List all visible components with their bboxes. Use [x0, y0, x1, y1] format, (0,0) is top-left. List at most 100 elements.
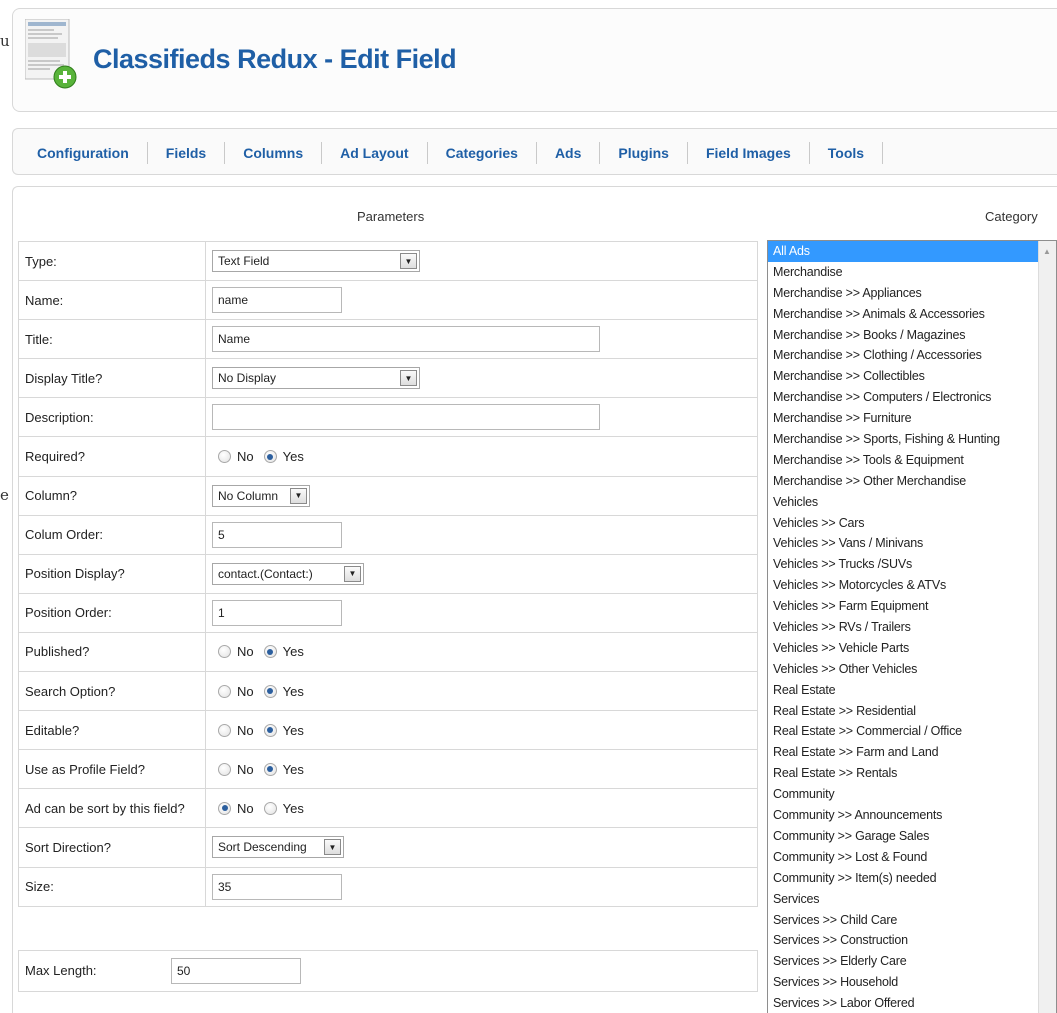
search-option-yes-radio[interactable] [263, 684, 277, 698]
classifieds-logo-icon [25, 19, 77, 89]
sortable-yes-radio[interactable] [263, 801, 277, 815]
type-select[interactable]: Text Field ▼ [212, 250, 420, 273]
scroll-up-icon[interactable]: ▲ [1043, 247, 1051, 256]
profile-field-radio-group: No Yes [212, 762, 757, 777]
profile-field-no-radio[interactable] [218, 762, 231, 776]
editable-no-radio[interactable] [218, 723, 231, 737]
chevron-down-icon[interactable]: ▼ [290, 487, 307, 504]
title-input[interactable]: Name [212, 326, 600, 353]
category-option[interactable]: Real Estate >> Residential [768, 701, 1056, 722]
category-option[interactable]: Real Estate >> Commercial / Office [768, 721, 1056, 742]
category-option[interactable]: Community [768, 784, 1056, 805]
chevron-down-icon[interactable]: ▼ [400, 253, 417, 270]
category-option[interactable]: Vehicles >> Motorcycles & ATVs [768, 575, 1056, 596]
menu-item-fields[interactable]: Fields [148, 142, 226, 164]
category-option[interactable]: Vehicles >> RVs / Trailers [768, 617, 1056, 638]
category-items: All Ads Merchandise Merchandise >> Applian… [768, 241, 1056, 1013]
category-option[interactable]: Vehicles >> Other Vehicles [768, 659, 1056, 680]
category-option[interactable]: Community >> Garage Sales [768, 826, 1056, 847]
category-option[interactable]: Merchandise >> Appliances [768, 283, 1056, 304]
table-row: Position Order: 1 [18, 592, 758, 633]
category-option[interactable]: Merchandise >> Tools & Equipment [768, 450, 1056, 471]
menu-item-field-images[interactable]: Field Images [688, 142, 810, 164]
max-length-input[interactable]: 50 [171, 958, 301, 984]
category-option[interactable]: Merchandise >> Computers / Electronics [768, 387, 1056, 408]
description-label: Description: [18, 397, 206, 438]
max-length-label: Max Length: [25, 963, 97, 978]
menu-item-tools[interactable]: Tools [810, 142, 884, 164]
admin-menu: Configuration Fields Columns Ad Layout C… [25, 142, 884, 164]
editable-yes-radio[interactable] [263, 723, 277, 737]
category-scrollbar[interactable]: ▲ [1038, 241, 1056, 1013]
search-option-no-radio[interactable] [218, 684, 231, 698]
category-option[interactable]: Community >> Lost & Found [768, 847, 1056, 868]
menu-item-configuration[interactable]: Configuration [25, 142, 148, 164]
column-select-value: No Column [218, 488, 279, 503]
display-title-select-value: No Display [218, 371, 277, 386]
table-row: Published? No Yes [18, 631, 758, 673]
category-option[interactable]: Merchandise >> Clothing / Accessories [768, 345, 1056, 366]
required-yes-radio[interactable] [263, 450, 277, 464]
menu-item-ad-layout[interactable]: Ad Layout [322, 142, 428, 164]
category-option[interactable]: Real Estate >> Rentals [768, 763, 1056, 784]
category-option[interactable]: Services >> Household [768, 972, 1056, 993]
chevron-down-icon[interactable]: ▼ [400, 370, 417, 387]
published-yes-radio[interactable] [263, 645, 277, 659]
profile-field-yes-radio[interactable] [263, 762, 277, 776]
category-option[interactable]: Community >> Item(s) needed [768, 868, 1056, 889]
category-option[interactable]: Vehicles >> Cars [768, 513, 1056, 534]
category-listbox[interactable]: All Ads Merchandise Merchandise >> Applian… [767, 240, 1057, 1013]
menu-item-categories[interactable]: Categories [428, 142, 537, 164]
category-option[interactable]: Services >> Labor Offered [768, 993, 1056, 1013]
chevron-down-icon[interactable]: ▼ [324, 839, 341, 856]
display-title-select[interactable]: No Display ▼ [212, 367, 420, 390]
category-option[interactable]: Services >> Elderly Care [768, 951, 1056, 972]
category-option[interactable]: Real Estate >> Farm and Land [768, 742, 1056, 763]
category-option[interactable]: Vehicles >> Vehicle Parts [768, 638, 1056, 659]
chevron-down-icon[interactable]: ▼ [344, 565, 361, 582]
table-row: Size: 35 [18, 866, 758, 907]
column-order-input[interactable]: 5 [212, 521, 342, 548]
category-option[interactable]: Vehicles >> Trucks /SUVs [768, 554, 1056, 575]
description-input[interactable] [212, 404, 600, 431]
table-row: Title: Name [18, 319, 758, 360]
sort-direction-select[interactable]: Sort Descending ▼ [212, 836, 344, 859]
published-radio-group: No Yes [212, 644, 757, 659]
published-no-radio[interactable] [218, 645, 231, 659]
menu-item-ads[interactable]: Ads [537, 142, 601, 164]
table-row: Use as Profile Field? No Yes [18, 749, 758, 790]
category-option[interactable]: Services >> Construction [768, 930, 1056, 951]
editable-label: Editable? [18, 710, 206, 751]
table-row: Column? No Column ▼ [18, 475, 758, 516]
required-label: Required? [18, 436, 206, 477]
position-display-select[interactable]: contact.(Contact:) ▼ [212, 562, 364, 585]
position-order-input[interactable]: 1 [212, 599, 342, 626]
category-option[interactable]: Vehicles >> Farm Equipment [768, 596, 1056, 617]
required-no-radio[interactable] [218, 450, 231, 464]
category-option[interactable]: Services >> Child Care [768, 910, 1056, 931]
category-option[interactable]: All Ads [768, 241, 1038, 262]
edge-glyph: u [0, 32, 10, 50]
category-option[interactable]: Merchandise >> Collectibles [768, 366, 1056, 387]
sortable-no-radio[interactable] [218, 801, 231, 815]
menu-item-columns[interactable]: Columns [225, 142, 323, 164]
category-option[interactable]: Merchandise >> Other Merchandise [768, 471, 1056, 492]
category-heading: Category [985, 209, 1038, 224]
category-option[interactable]: Community >> Announcements [768, 805, 1056, 826]
category-option[interactable]: Merchandise [768, 262, 1056, 283]
column-order-label: Colum Order: [18, 514, 206, 555]
column-select[interactable]: No Column ▼ [212, 484, 310, 507]
category-option[interactable]: Services [768, 889, 1056, 910]
category-option[interactable]: Merchandise >> Animals & Accessories [768, 304, 1056, 325]
category-option[interactable]: Vehicles >> Vans / Minivans [768, 533, 1056, 554]
category-option[interactable]: Merchandise >> Sports, Fishing & Hunting [768, 429, 1056, 450]
size-input[interactable]: 35 [212, 873, 342, 900]
table-row: Colum Order: 5 [18, 514, 758, 555]
category-option[interactable]: Vehicles [768, 492, 1056, 513]
position-display-label: Position Display? [18, 553, 206, 594]
category-option[interactable]: Real Estate [768, 680, 1056, 701]
menu-item-plugins[interactable]: Plugins [600, 142, 688, 164]
category-option[interactable]: Merchandise >> Furniture [768, 408, 1056, 429]
category-option[interactable]: Merchandise >> Books / Magazines [768, 325, 1056, 346]
name-input[interactable]: name [212, 287, 342, 314]
